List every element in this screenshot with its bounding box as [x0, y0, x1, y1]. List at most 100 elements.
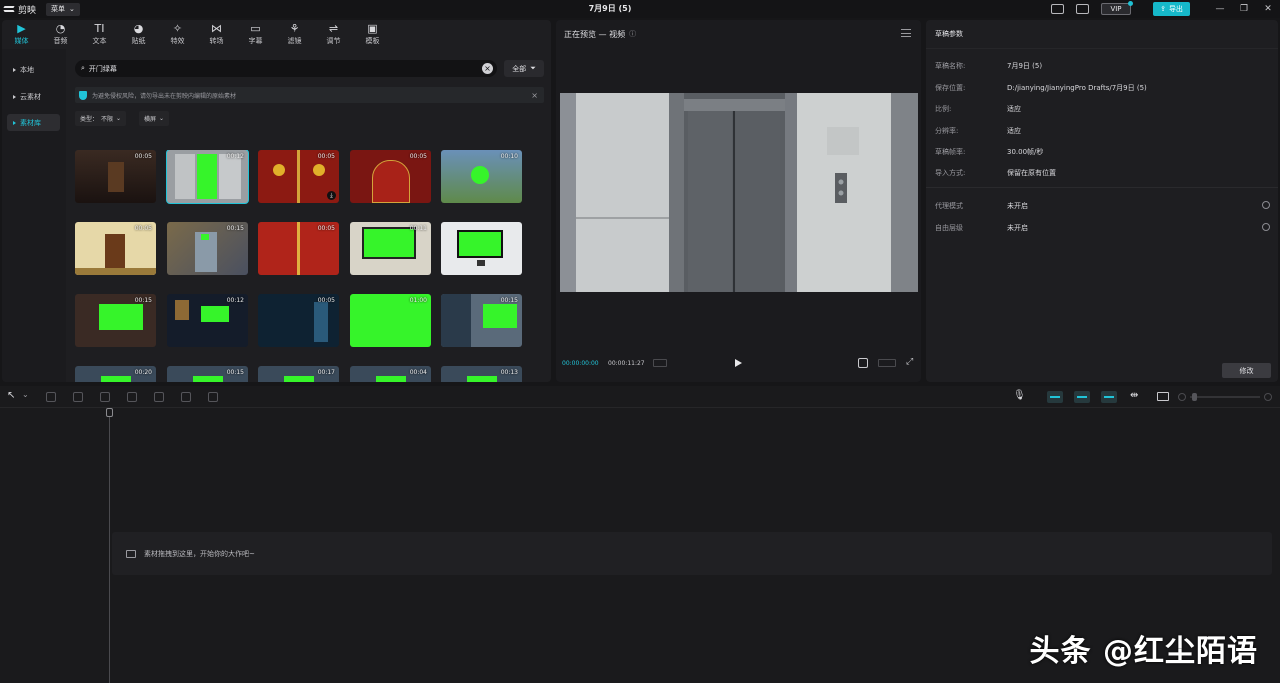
media-thumbnail[interactable]: 00:15: [167, 222, 248, 275]
media-thumbnail[interactable]: [441, 222, 522, 275]
screenshot-icon[interactable]: [858, 358, 868, 368]
tool-effect[interactable]: ✧ 特效: [158, 20, 197, 49]
main-track-magnet-icon[interactable]: [1047, 391, 1063, 403]
split-right-icon[interactable]: [154, 392, 164, 402]
timeline-panel: ↖ ⌄ 🎙 ⇹ 素材拖拽到这里，开始你的大作吧~ 头条 @红尘陌语: [0, 386, 1280, 683]
media-thumbnail[interactable]: 00:05: [258, 294, 339, 347]
type-dropdown[interactable]: 类型： 不限 ⌄: [75, 111, 127, 126]
crop-icon[interactable]: [208, 392, 218, 402]
fullscreen-icon[interactable]: ⤢: [906, 357, 913, 367]
media-thumbnail[interactable]: 00:12: [167, 294, 248, 347]
media-thumbnail[interactable]: 00:15: [441, 294, 522, 347]
menu-button[interactable]: 菜单 ⌄: [46, 2, 80, 16]
preview-title: 正在预览 — 视频: [564, 29, 626, 39]
ratio-icon[interactable]: [878, 359, 896, 367]
media-thumbnail[interactable]: 00:05: [258, 222, 339, 275]
prop-label: 草稿帧率:: [935, 148, 966, 156]
caret-right-icon: [13, 120, 16, 125]
info-icon[interactable]: ⓘ: [629, 29, 636, 39]
close-icon[interactable]: ×: [531, 91, 538, 100]
tool-label: 媒体: [14, 37, 29, 45]
chevron-down-icon[interactable]: ⌄: [22, 390, 29, 399]
sidebar-item-cloud[interactable]: 云素材: [7, 88, 60, 105]
zoom-in-icon[interactable]: [1264, 393, 1272, 401]
fit-timeline-icon[interactable]: [1157, 392, 1169, 401]
media-thumbnail[interactable]: 00:15: [75, 294, 156, 347]
zoom-out-icon[interactable]: [1178, 393, 1186, 401]
media-thumbnail[interactable]: 00:10: [441, 150, 522, 203]
undo-icon[interactable]: [46, 392, 56, 402]
chevron-down-icon: ⌄: [69, 5, 75, 13]
zoom-slider[interactable]: [1190, 396, 1260, 398]
auto-snap-icon[interactable]: [1074, 391, 1090, 403]
sidebar-item-library[interactable]: 素材库: [7, 114, 60, 131]
vip-label: VIP: [1110, 5, 1122, 13]
layout-icon[interactable]: [1076, 4, 1089, 14]
tool-media[interactable]: ▶ 媒体: [2, 20, 41, 49]
restore-icon[interactable]: ❐: [1232, 0, 1256, 18]
tool-text[interactable]: TI 文本: [80, 20, 119, 49]
orientation-dropdown[interactable]: 横屏 ⌄: [139, 111, 170, 126]
vip-badge[interactable]: VIP: [1101, 1, 1133, 15]
timeline-mode-icon[interactable]: [653, 359, 667, 367]
main-track-dropzone[interactable]: 素材拖拽到这里，开始你的大作吧~: [112, 532, 1272, 575]
info-icon[interactable]: [1262, 223, 1270, 231]
media-thumbnail[interactable]: 00:04: [350, 366, 431, 382]
minimize-icon[interactable]: —: [1208, 0, 1232, 18]
media-thumbnail[interactable]: 00:13: [441, 366, 522, 382]
media-thumbnail[interactable]: 01:00: [350, 294, 431, 347]
media-thumbnail[interactable]: 00:11: [350, 222, 431, 275]
media-thumbnail[interactable]: 00:20: [75, 366, 156, 382]
microphone-icon[interactable]: 🎙: [1013, 390, 1026, 401]
playback-controls: 00:00:00:00 00:00:11:27 ⤢: [556, 356, 921, 370]
tool-template[interactable]: ▣ 模板: [353, 20, 392, 49]
tool-subtitle[interactable]: ▭ 字幕: [236, 20, 275, 49]
redo-icon[interactable]: [73, 392, 83, 402]
tool-label: 贴纸: [131, 37, 146, 45]
duration-label: 00:05: [134, 153, 152, 160]
media-sidebar: 本地 云素材 素材库: [2, 49, 66, 382]
tool-sticker[interactable]: ◕ 贴纸: [119, 20, 158, 49]
keyboard-icon[interactable]: [1051, 4, 1064, 14]
effect-icon: ✧: [172, 22, 183, 35]
playhead-handle[interactable]: [106, 408, 113, 417]
prop-row-name: 草稿名称: 7月9日 (5): [935, 61, 1042, 73]
search-input[interactable]: ⌕ 开门绿幕 ×: [75, 60, 497, 77]
tool-filter[interactable]: ⚘ 滤镜: [275, 20, 314, 49]
sidebar-item-local[interactable]: 本地: [7, 61, 60, 78]
prop-row-ratio: 比例: 适应: [935, 104, 1021, 116]
download-icon[interactable]: ⤓: [327, 191, 336, 200]
modify-button[interactable]: 修改: [1222, 363, 1271, 378]
close-icon[interactable]: ✕: [1256, 0, 1280, 18]
prop-row-location: 保存位置: D:/jianying/JianyingPro Drafts/7月9日…: [935, 83, 1147, 95]
media-thumbnail[interactable]: 00:05: [75, 150, 156, 203]
delete-icon[interactable]: [181, 392, 191, 402]
filter-button[interactable]: 全部 ⏷: [504, 60, 544, 77]
tool-adjust[interactable]: ⇌ 调节: [314, 20, 353, 49]
media-thumbnail[interactable]: 00:05 ⤓: [258, 150, 339, 203]
prop-label: 比例:: [935, 105, 952, 113]
media-thumbnail[interactable]: 00:15: [167, 366, 248, 382]
split-icon[interactable]: [100, 392, 110, 402]
select-cursor-icon[interactable]: ↖: [7, 390, 15, 401]
export-label: 导出: [1168, 5, 1183, 13]
playhead-line[interactable]: [109, 408, 110, 683]
tool-transition[interactable]: ⋈ 转场: [197, 20, 236, 49]
hamburger-icon[interactable]: [901, 29, 911, 37]
title-bar-right: VIP ⇪ 导出 — ❐ ✕: [1051, 0, 1280, 18]
zoom-slider-handle[interactable]: [1192, 393, 1197, 401]
linkage-icon[interactable]: [1101, 391, 1117, 403]
info-icon[interactable]: [1262, 201, 1270, 209]
export-button[interactable]: ⇪ 导出: [1153, 2, 1190, 16]
duration-label: 00:05: [409, 153, 427, 160]
media-thumbnail[interactable]: 00:05: [75, 222, 156, 275]
split-left-icon[interactable]: [127, 392, 137, 402]
clear-icon[interactable]: ×: [482, 63, 493, 74]
play-icon[interactable]: [735, 359, 742, 367]
preview-axis-icon[interactable]: ⇹: [1130, 390, 1138, 401]
media-thumbnail[interactable]: 00:17: [258, 366, 339, 382]
media-thumbnail[interactable]: 00:05: [350, 150, 431, 203]
media-thumbnail[interactable]: 00:12: [166, 150, 249, 204]
tool-audio[interactable]: ◔ 音频: [41, 20, 80, 49]
logo-icon: [4, 5, 15, 14]
